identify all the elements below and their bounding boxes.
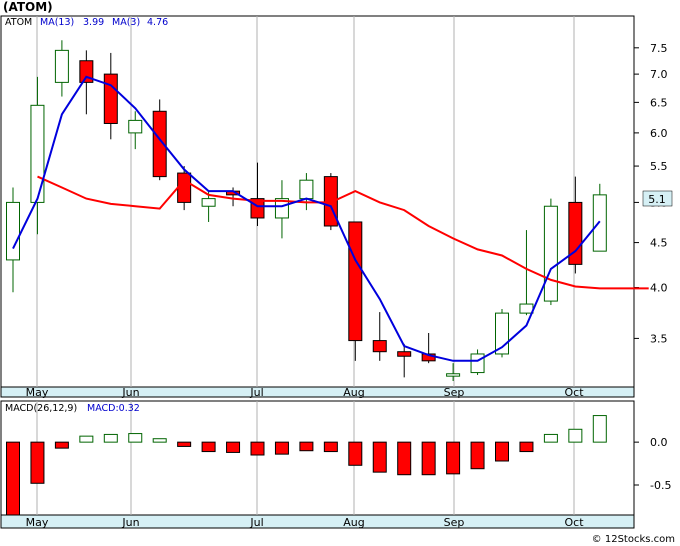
legend-ma-slow-label: MA(3) [112, 17, 140, 28]
x-tick-label: Jul [249, 516, 263, 529]
price-panel-axis-band [0, 386, 635, 398]
candle-body [543, 205, 558, 302]
candle-body [592, 194, 607, 252]
macd-legend-label: MACD(26,12,9) [5, 403, 77, 414]
x-tick-label: Sep [444, 516, 465, 529]
candle-body [446, 373, 461, 377]
macd-bar [519, 441, 534, 453]
candle-body [470, 353, 485, 374]
macd-bar [348, 441, 363, 466]
x-tick-label: Jun [121, 516, 139, 529]
macd-bar [421, 441, 436, 476]
macd-bar [543, 433, 558, 443]
candle-body [6, 201, 20, 261]
candle-body [54, 49, 69, 83]
x-tick-label: Oct [564, 386, 584, 399]
macd-bar [128, 433, 143, 443]
macd-bar [152, 438, 167, 443]
price-tick-label: 6.0 [650, 127, 668, 140]
macd-bar [446, 441, 461, 475]
price-tick-label: 7.5 [650, 42, 668, 55]
macd-bar [30, 441, 45, 484]
candle-body [348, 221, 363, 342]
stock-chart: 7.57.06.56.05.55.04.54.03.5 0.0-0.5 MayM… [0, 0, 675, 545]
macd-bar [397, 441, 412, 476]
macd-bar [323, 441, 338, 453]
macd-legend-value: MACD:0.32 [87, 403, 140, 414]
macd-bar [6, 441, 20, 516]
price-tick-label: 4.5 [650, 237, 668, 250]
x-tick-label: Sep [444, 386, 465, 399]
x-tick-label: May [26, 386, 49, 399]
macd-y-axis: 0.0 -0.5 [634, 436, 671, 492]
candle-body [519, 303, 534, 314]
macd-bar [299, 441, 314, 452]
last-price-badge-text: 5.1 [648, 193, 666, 206]
legend-ma-fast-label: MA(13) [40, 17, 74, 28]
price-tick-label: 5.5 [650, 160, 668, 173]
macd-tick-label: -0.5 [650, 479, 671, 492]
macd-panel-frame [0, 400, 635, 516]
x-tick-label: Aug [343, 516, 364, 529]
legend-ma-slow-value: 4.76 [147, 17, 168, 28]
macd-bar [103, 433, 118, 443]
macd-bar [274, 441, 289, 455]
candle-body [177, 172, 192, 203]
candle-body [128, 119, 143, 134]
macd-tick-label: 0.0 [650, 436, 668, 449]
macd-bar [372, 441, 387, 473]
candle-body [201, 198, 216, 207]
candle-body [103, 73, 118, 124]
candle-body [30, 104, 45, 203]
chart-title: (ATOM) [3, 0, 53, 14]
candle-body [299, 179, 314, 200]
macd-bar [226, 441, 241, 453]
macd-bar [495, 441, 509, 462]
macd-bar [177, 441, 192, 447]
x-tick-label: Oct [564, 516, 584, 529]
x-tick-label: May [26, 516, 49, 529]
legend-ticker: ATOM [5, 17, 32, 28]
price-tick-label: 6.5 [650, 96, 668, 109]
macd-bar [470, 441, 485, 470]
macd-panel-axis-band [0, 514, 635, 529]
price-tick-label: 7.0 [650, 68, 668, 81]
macd-bar [568, 428, 583, 443]
x-tick-label: Jun [121, 386, 139, 399]
candle-body [397, 351, 412, 357]
price-tick-label: 4.0 [650, 281, 668, 294]
macd-bar [79, 435, 94, 443]
watermark: © 12Stocks.com [592, 534, 675, 545]
price-tick-label: 3.5 [650, 332, 668, 345]
macd-bar [54, 441, 69, 449]
macd-bar [250, 441, 265, 456]
macd-bar [201, 441, 216, 453]
macd-bar [592, 415, 607, 443]
x-tick-label: Jul [249, 386, 263, 399]
legend-ma-fast-value: 3.99 [83, 17, 104, 28]
candle-body [372, 340, 387, 353]
x-tick-label: Aug [343, 386, 364, 399]
